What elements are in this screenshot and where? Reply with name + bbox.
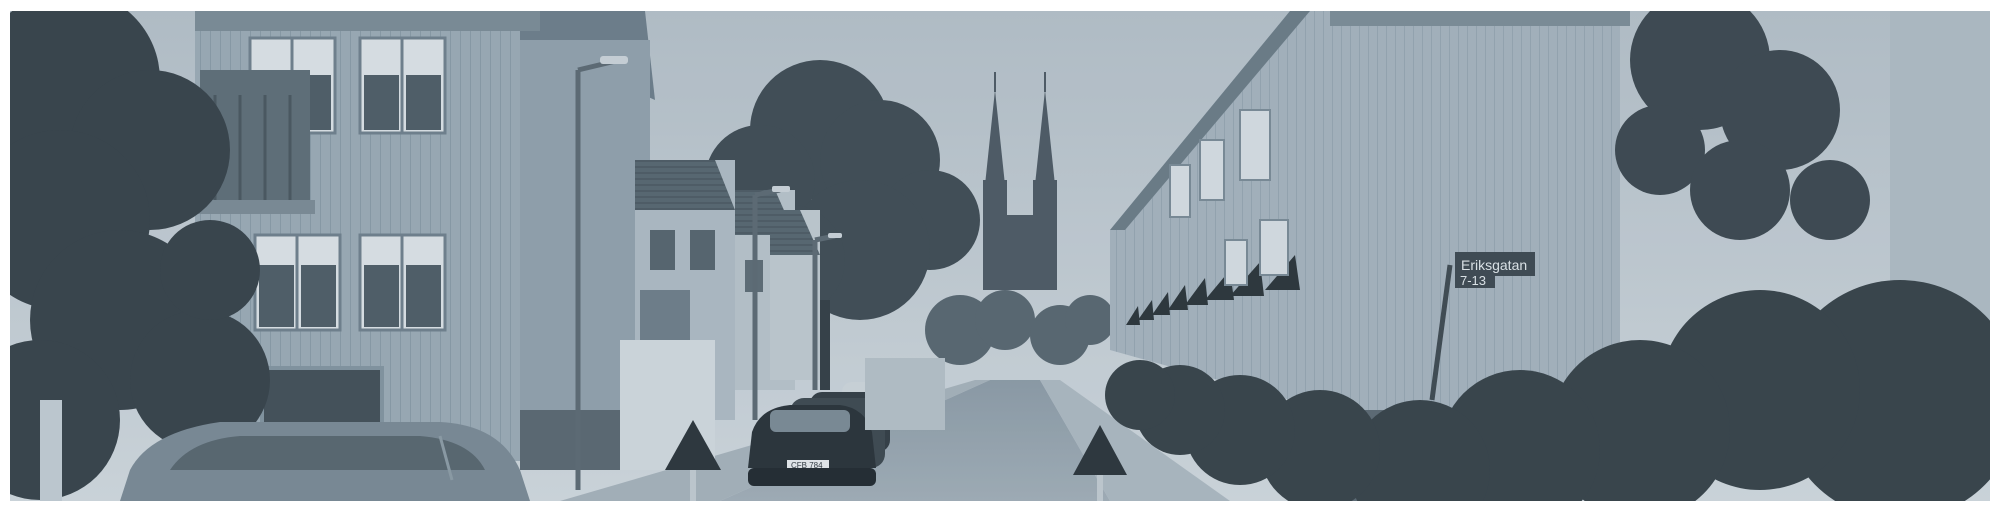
street-photo: Eriksgatan 7-13 CFB 784 — [0, 0, 2000, 518]
